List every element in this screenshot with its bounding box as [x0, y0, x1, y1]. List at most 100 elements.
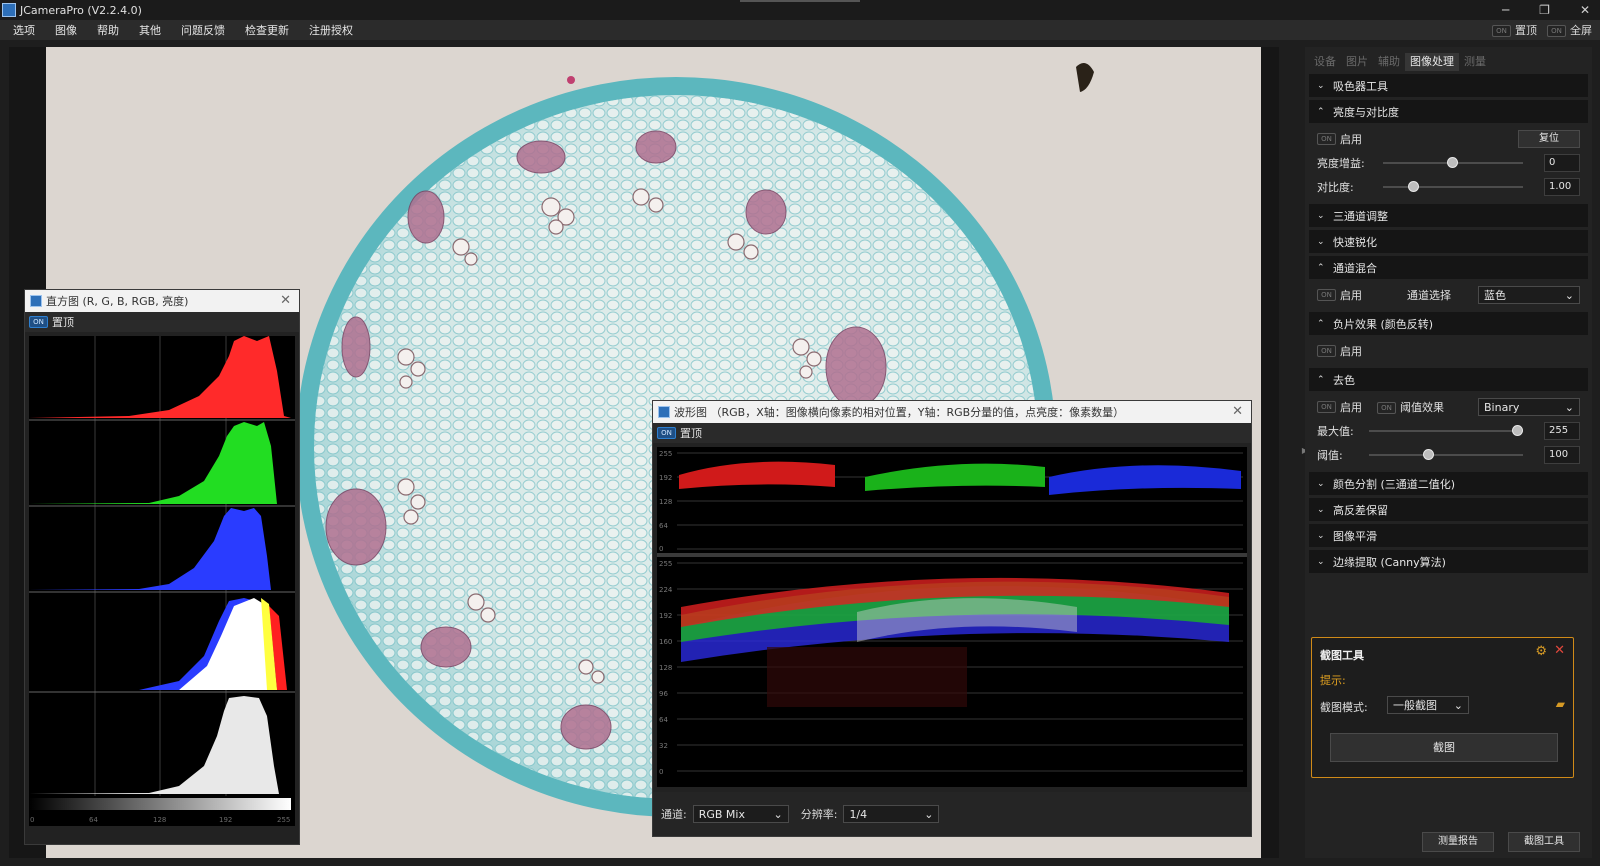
crop-tool-button[interactable]: 截图工具	[1508, 832, 1580, 852]
brightness-label: 亮度增益:	[1317, 157, 1365, 170]
waveform-ontop-toggle[interactable]: ON	[657, 427, 676, 439]
histogram-app-icon	[30, 295, 42, 307]
close-icon[interactable]: ✕	[1232, 404, 1243, 419]
max-row: 最大值: 255	[1317, 419, 1580, 443]
contrast-slider[interactable]	[1383, 181, 1523, 192]
fullscreen-toggle[interactable]: ON	[1547, 25, 1566, 37]
title-bar: JCameraPro (V2.2.4.0) ─ ❐ ✕	[0, 0, 1600, 20]
capture-button[interactable]: 截图	[1330, 733, 1558, 762]
menu-help[interactable]: 帮助	[87, 22, 129, 38]
fullscreen-toggle-group[interactable]: ON 全屏	[1547, 22, 1592, 38]
negative-enable-toggle[interactable]: ON	[1317, 345, 1336, 357]
threshold-slider-thumb[interactable]	[1423, 449, 1435, 460]
tab-measure[interactable]: 测量	[1459, 53, 1491, 71]
brightness-value[interactable]: 0	[1544, 154, 1580, 172]
channel-select-label: 通道选择	[1407, 289, 1451, 302]
decolor-enable-toggle[interactable]: ON	[1317, 401, 1336, 413]
bc-enable-row: ON 启用 复位	[1317, 127, 1580, 151]
channel-select-value: RGB Mix	[698, 807, 745, 821]
section-header-color-picker[interactable]: ⌄ 吸色器工具	[1309, 74, 1588, 97]
section-header-channel-mix[interactable]: ⌃ 通道混合	[1309, 256, 1588, 279]
brightness-slider[interactable]	[1383, 157, 1523, 168]
hist-tick-192: 192	[219, 816, 232, 824]
channel-mix-body: ON 启用 通道选择 蓝色 ⌄	[1309, 279, 1588, 309]
section-header-edge[interactable]: ⌄ 边缘提取 (Canny算法)	[1309, 550, 1588, 573]
max-slider[interactable]	[1369, 425, 1524, 436]
waveform-dark-noise	[767, 647, 967, 707]
decolor-mode-value: Binary	[1484, 400, 1520, 414]
reset-button[interactable]: 复位	[1518, 130, 1580, 148]
chevron-down-icon: ⌄	[1317, 504, 1325, 515]
waveform-window[interactable]: 波形图 （RGB，X轴：图像横向像素的相对位置，Y轴：RGB分量的值，点亮度：像…	[652, 400, 1252, 837]
channel-select[interactable]: RGB Mix ⌄	[692, 805, 789, 823]
histogram-titlebar[interactable]: 直方图 (R, G, B, RGB, 亮度) ✕	[25, 290, 299, 312]
section-header-color-split[interactable]: ⌄ 颜色分割 (三通道二值化)	[1309, 472, 1588, 495]
section-header-sharpen[interactable]: ⌄ 快速锐化	[1309, 230, 1588, 253]
section-header-brightness-contrast[interactable]: ⌃ 亮度与对比度	[1309, 100, 1588, 123]
menu-image[interactable]: 图像	[45, 22, 87, 38]
chevron-up-icon: ⌃	[1317, 374, 1325, 385]
threshold-value[interactable]: 100	[1544, 446, 1580, 464]
section-header-three-channel[interactable]: ⌄ 三通道调整	[1309, 204, 1588, 227]
contrast-value[interactable]: 1.00	[1544, 178, 1580, 196]
chevron-down-icon: ⌄	[924, 807, 934, 821]
crop-mode-select[interactable]: 一般截图 ⌄	[1387, 696, 1469, 714]
negative-enable-label: 启用	[1340, 345, 1362, 358]
chevron-down-icon: ⌄	[1317, 556, 1325, 567]
wave-bottom-tick: 255	[659, 560, 672, 568]
menu-options[interactable]: 选项	[0, 22, 45, 38]
pin-toggle[interactable]: ON	[1492, 25, 1511, 37]
tab-assist[interactable]: 辅助	[1373, 53, 1405, 71]
section-header-negative[interactable]: ⌃ 负片效果 (颜色反转)	[1309, 312, 1588, 335]
pin-toggle-group[interactable]: ON 置顶	[1492, 22, 1537, 38]
threshold-toggle[interactable]: ON	[1377, 402, 1396, 414]
max-value[interactable]: 255	[1544, 422, 1580, 440]
bc-enable-toggle[interactable]: ON	[1317, 133, 1336, 145]
section-header-decolor[interactable]: ⌃ 去色	[1309, 368, 1588, 391]
tab-image-processing[interactable]: 图像处理	[1405, 53, 1459, 71]
measure-report-button[interactable]: 测量报告	[1422, 832, 1494, 852]
mix-channel-select[interactable]: 蓝色 ⌄	[1478, 286, 1580, 304]
close-icon[interactable]: ✕	[1554, 643, 1565, 658]
contrast-row: 对比度: 1.00	[1317, 175, 1580, 199]
section-sharpen: ⌄ 快速锐化	[1309, 230, 1588, 253]
hist-tick-128: 128	[153, 816, 166, 824]
decolor-mode-select[interactable]: Binary ⌄	[1478, 398, 1580, 416]
chevron-down-icon: ⌄	[1453, 698, 1463, 712]
channel-mix-enable-toggle[interactable]: ON	[1317, 289, 1336, 301]
section-header-high-pass[interactable]: ⌄ 高反差保留	[1309, 498, 1588, 521]
section-high-pass: ⌄ 高反差保留	[1309, 498, 1588, 521]
histogram-ontop-toggle[interactable]: ON	[29, 316, 48, 328]
waveform-plots: 255 192 128 64 0 255 224 192 160 128 96 …	[657, 447, 1247, 787]
close-icon[interactable]: ✕	[1580, 3, 1590, 17]
tab-device[interactable]: 设备	[1309, 53, 1341, 71]
wave-bottom-tick: 64	[659, 716, 668, 724]
brightness-slider-thumb[interactable]	[1447, 157, 1458, 168]
histogram-window[interactable]: 直方图 (R, G, B, RGB, 亮度) ✕ ON 置顶 0 64 128 …	[24, 289, 300, 845]
menu-register[interactable]: 注册授权	[299, 22, 363, 38]
crop-tool-title: 截图工具	[1320, 649, 1364, 662]
section-header-smooth[interactable]: ⌄ 图像平滑	[1309, 524, 1588, 547]
section-channel-mix: ⌃ 通道混合 ON 启用 通道选择 蓝色 ⌄	[1309, 256, 1588, 309]
restore-icon[interactable]: ❐	[1539, 3, 1550, 17]
max-slider-thumb[interactable]	[1512, 425, 1524, 436]
waveform-divider	[657, 553, 1247, 557]
tab-picture[interactable]: 图片	[1341, 53, 1373, 71]
contrast-slider-thumb[interactable]	[1407, 181, 1419, 192]
waveform-titlebar[interactable]: 波形图 （RGB，X轴：图像横向像素的相对位置，Y轴：RGB分量的值，点亮度：像…	[653, 401, 1251, 423]
chevron-down-icon: ⌄	[1564, 400, 1574, 414]
crop-mode-value: 一般截图	[1393, 699, 1437, 712]
gear-icon[interactable]: ⚙	[1535, 644, 1547, 659]
menu-check-update[interactable]: 检查更新	[235, 22, 299, 38]
threshold-slider[interactable]	[1369, 449, 1523, 460]
menu-other[interactable]: 其他	[129, 22, 171, 38]
luminance-scale-bar	[29, 798, 291, 810]
negative-row: ON 启用	[1317, 339, 1580, 363]
folder-icon[interactable]: ▰	[1556, 697, 1565, 711]
menu-feedback[interactable]: 问题反馈	[171, 22, 235, 38]
right-panel: 设备 图片 辅助 图像处理 测量 ⌄ 吸色器工具 ⌃ 亮度与对比度 ON 启用 复位…	[1305, 47, 1592, 858]
close-icon[interactable]: ✕	[280, 293, 291, 308]
chevron-up-icon: ⌃	[1317, 262, 1325, 273]
resolution-select[interactable]: 1/4 ⌄	[843, 805, 940, 823]
minimize-icon[interactable]: ─	[1502, 3, 1509, 17]
